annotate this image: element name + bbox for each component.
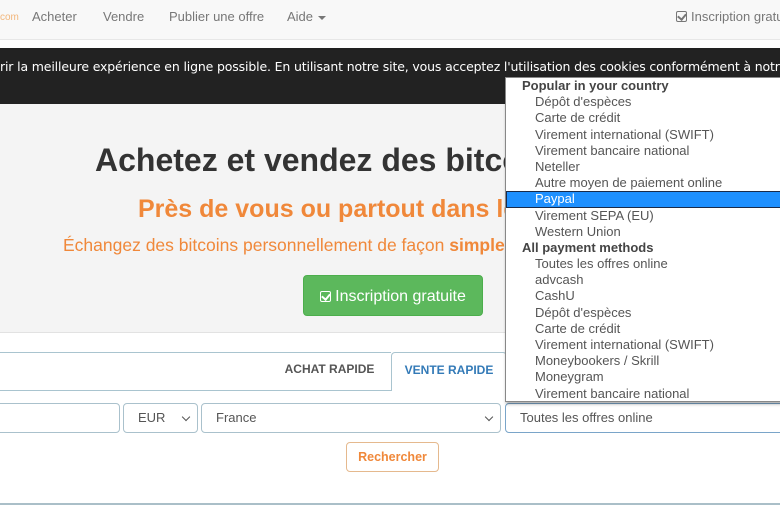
signup-button-label: Inscription gratuite xyxy=(335,288,466,305)
caret-down-icon xyxy=(318,15,327,20)
dropdown-option[interactable]: Autre moyen de paiement online xyxy=(506,175,780,191)
dropdown-option[interactable]: Virement SEPA (EU) xyxy=(506,208,780,224)
currency-select[interactable]: EUR xyxy=(123,403,198,433)
cookie-banner-text: rir la meilleure expérience en ligne pos… xyxy=(0,59,780,74)
country-value: France xyxy=(216,410,257,425)
dropdown-option[interactable]: Moneybookers / Skrill xyxy=(506,353,780,369)
chevron-down-icon xyxy=(181,412,191,422)
dropdown-option[interactable]: advcash xyxy=(506,272,780,288)
search-button[interactable]: Rechercher xyxy=(346,442,439,472)
nav-item-acheter[interactable]: Acheter xyxy=(32,9,77,24)
dropdown-option[interactable]: Toutes les offres online xyxy=(506,256,780,272)
nav-signup-link[interactable]: Inscription gratu xyxy=(676,9,780,24)
dropdown-option[interactable]: Dépôt d'espèces xyxy=(506,305,780,321)
hero-description-text: Échangez des bitcoins personnellement de… xyxy=(63,235,450,255)
nav-item-aide-label: Aide xyxy=(287,9,314,24)
nav-item-vendre[interactable]: Vendre xyxy=(103,9,144,24)
dropdown-option[interactable]: Moneygram xyxy=(506,369,780,385)
chevron-down-icon xyxy=(484,412,494,422)
section-divider xyxy=(0,503,780,505)
dropdown-option[interactable]: Virement international (SWIFT) xyxy=(506,337,780,353)
dropdown-option[interactable]: Virement international (SWIFT) xyxy=(506,127,780,143)
payment-method-value: Toutes les offres online xyxy=(520,410,653,425)
nav-item-aide[interactable]: Aide xyxy=(287,9,327,24)
dropdown-group-popular: Popular in your country xyxy=(522,78,669,93)
currency-value: EUR xyxy=(138,410,166,425)
payment-method-dropdown[interactable]: Popular in your country Dépôt d'espèces … xyxy=(505,77,780,402)
dropdown-option[interactable]: Western Union xyxy=(506,224,780,240)
dropdown-group-all: All payment methods xyxy=(522,239,654,255)
check-square-icon xyxy=(320,291,332,302)
hero-description: Échangez des bitcoins personnellement de… xyxy=(63,235,505,256)
nav-signup-label: Inscription gratu xyxy=(691,9,780,24)
dropdown-option-highlighted[interactable]: Paypal xyxy=(506,191,780,208)
dropdown-option[interactable]: CashU xyxy=(506,288,780,304)
dropdown-option[interactable]: Carte de crédit xyxy=(506,110,780,126)
amount-input[interactable] xyxy=(0,403,120,433)
hero-title: Achetez et vendez des bitcoins xyxy=(95,142,569,178)
brand-logo[interactable]: com xyxy=(0,12,19,23)
top-navbar: com Acheter Vendre Publier une offre Aid… xyxy=(0,0,780,40)
dropdown-option[interactable]: Carte de crédit xyxy=(506,321,780,337)
country-select[interactable]: France xyxy=(201,403,501,433)
dropdown-option[interactable]: Neteller xyxy=(506,159,780,175)
tab-vente-rapide[interactable]: VENTE RAPIDE xyxy=(391,352,507,391)
dropdown-option[interactable]: Dépôt d'espèces xyxy=(506,94,780,110)
tab-achat-rapide[interactable]: ACHAT RAPIDE xyxy=(268,352,391,391)
nav-item-publier[interactable]: Publier une offre xyxy=(169,9,264,24)
dropdown-option[interactable]: Virement bancaire national xyxy=(506,386,780,401)
payment-method-select[interactable]: Toutes les offres online xyxy=(505,403,780,433)
check-square-icon xyxy=(676,11,687,22)
hero-description-bold: simple xyxy=(449,235,505,255)
signup-button[interactable]: Inscription gratuite xyxy=(303,275,483,316)
dropdown-option[interactable]: Virement bancaire national xyxy=(506,143,780,159)
